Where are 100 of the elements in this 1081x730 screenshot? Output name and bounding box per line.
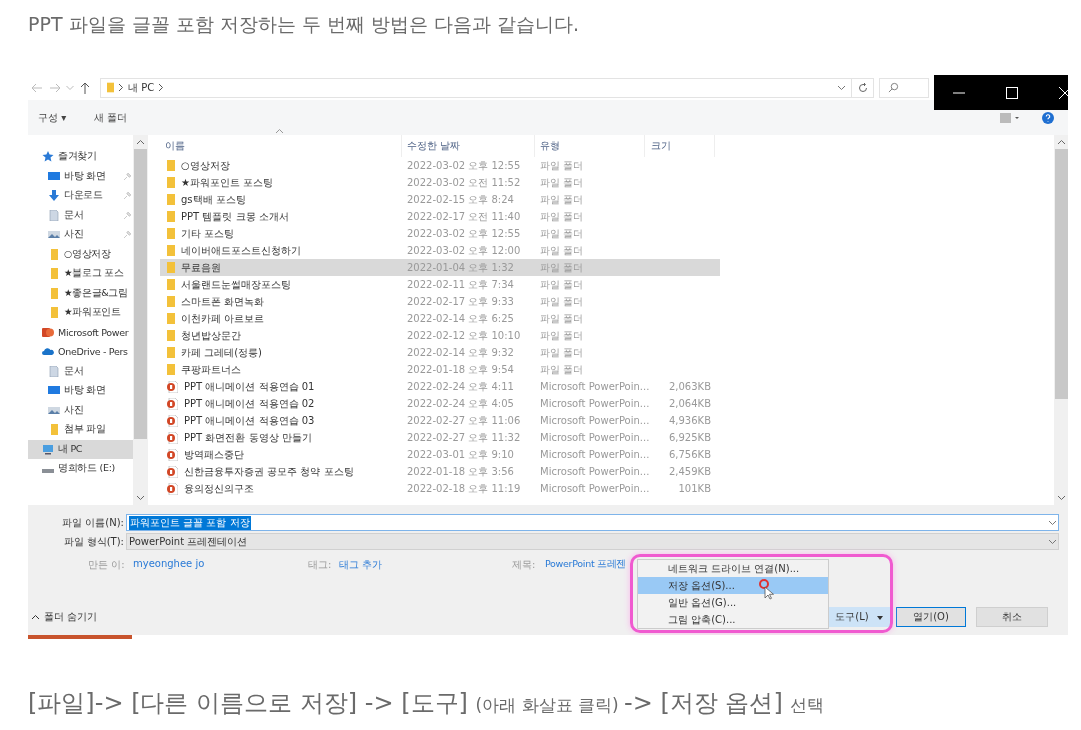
pc-icon xyxy=(42,443,54,455)
new-folder-button[interactable]: 새 폴더 xyxy=(94,110,128,125)
file-row[interactable]: 쿠팡파트너스 2022-01-18 오후 9:54 파일 폴더 xyxy=(160,361,720,378)
file-row[interactable]: PPT 애니메이션 적용연습 02 2022-02-24 오후 4:05 Microsoft PowerPoin... 2,064KB xyxy=(160,395,720,412)
sidebar-item[interactable]: 바탕 화면 xyxy=(28,166,133,186)
sidebar-item[interactable]: ★좋은글&그림 xyxy=(28,283,133,303)
column-header[interactable]: 유형 xyxy=(535,135,645,157)
file-row[interactable]: 스마트폰 화면녹화 2022-02-17 오후 9:33 파일 폴더 xyxy=(160,293,720,310)
address-bar[interactable]: 내 PC xyxy=(100,77,852,98)
file-row[interactable]: ○영상저장 2022-03-02 오후 12:55 파일 폴더 xyxy=(160,157,720,174)
presentation-file-icon xyxy=(167,465,178,478)
column-header[interactable]: 이름 xyxy=(160,135,402,157)
presentation-file-icon xyxy=(167,448,178,461)
file-row[interactable]: gs택배 포스팅 2022-02-15 오후 8:24 파일 폴더 xyxy=(160,191,720,208)
folder-icon xyxy=(167,279,175,290)
file-row[interactable]: PPT 화면전환 동영상 만들기 2022-02-27 오후 11:32 Microsoft PowerPoin... 6,925KB xyxy=(160,429,720,446)
scrollbar[interactable] xyxy=(1054,135,1068,505)
desktop-icon xyxy=(48,385,60,397)
sidebar-item[interactable]: 바탕 화면 xyxy=(28,381,133,401)
file-name-field[interactable]: 파워포인트 글꼴 포함 저장 xyxy=(126,514,1059,531)
sidebar-item[interactable]: OneDrive - Pers xyxy=(28,342,133,362)
caption-text: [파일]-> [다른 이름으로 저장] -> [도구] (아래 화살표 클릭) -> [저장 옵션] 선택 xyxy=(28,688,826,719)
sidebar-item[interactable]: Microsoft Power xyxy=(28,322,133,342)
refresh-button[interactable] xyxy=(852,77,874,98)
caret-icon xyxy=(876,616,883,620)
file-row[interactable]: PPT 템플릿 크몽 소개서 2022-02-17 오전 11:40 파일 폴더 xyxy=(160,208,720,225)
caret-icon[interactable] xyxy=(1049,520,1056,525)
presentation-file-icon xyxy=(167,380,178,393)
app-icon xyxy=(42,326,54,338)
image-icon xyxy=(48,404,60,416)
sidebar-item[interactable]: 사진 xyxy=(28,225,133,245)
cancel-button[interactable]: 취소 xyxy=(976,607,1048,627)
file-row[interactable]: 융의정신의구조 2022-02-18 오후 11:19 Microsoft PowerPoin... 101KB xyxy=(160,480,720,497)
file-row[interactable]: PPT 애니메이션 적용연습 03 2022-02-27 오후 11:06 Microsoft PowerPoin... 4,936KB xyxy=(160,412,720,429)
meta-label: 만든 이: xyxy=(88,558,125,572)
maximize-icon[interactable] xyxy=(1005,85,1019,100)
file-type-dropdown[interactable]: PowerPoint 프레젠테이션 xyxy=(126,533,1059,550)
file-row[interactable]: PPT 애니메이션 적용연습 01 2022-02-24 오후 4:11 Microsoft PowerPoin... 2,063KB xyxy=(160,378,720,395)
chevron-icon xyxy=(119,84,123,91)
folder-icon xyxy=(167,194,175,205)
sidebar-item[interactable]: 문서 xyxy=(28,361,133,381)
folder-icon xyxy=(167,262,175,273)
sidebar-item[interactable]: 첨부 파일 xyxy=(28,420,133,440)
sidebar-item[interactable]: 명희하드 (E:) xyxy=(28,459,133,479)
scrollbar[interactable] xyxy=(133,135,148,505)
menu-item[interactable]: 일반 옵션(G)... xyxy=(638,594,828,611)
folder-icon xyxy=(167,245,175,256)
open-button[interactable]: 열기(O) xyxy=(896,607,966,627)
caret-icon[interactable] xyxy=(838,85,845,90)
path-crumb[interactable]: 내 PC xyxy=(128,80,155,95)
desktop-icon xyxy=(48,170,60,182)
folder-icon xyxy=(167,211,175,222)
sidebar-item[interactable]: 즐겨찾기 xyxy=(28,147,133,167)
folder-icon xyxy=(167,160,175,171)
file-row[interactable]: 기타 포스팅 2022-03-02 오후 12:55 파일 폴더 xyxy=(160,225,720,242)
close-icon[interactable] xyxy=(1058,85,1068,100)
view-options-icon[interactable] xyxy=(1000,112,1020,123)
menu-item[interactable]: 저장 옵션(S)... xyxy=(638,577,828,594)
folder-icon xyxy=(48,307,60,319)
sidebar-item[interactable]: 다운로드 xyxy=(28,186,133,206)
refresh-icon xyxy=(857,82,868,93)
field-label: 파일 형식(T): xyxy=(62,534,125,549)
menu-item[interactable]: 그림 압축(C)... xyxy=(638,611,828,628)
sidebar-item[interactable]: ★파워포인트 xyxy=(28,303,133,323)
help-icon[interactable] xyxy=(1042,111,1054,124)
hide-folders-toggle[interactable]: 폴더 숨기기 xyxy=(32,610,98,624)
meta-value[interactable]: myeonghee jo xyxy=(133,558,205,569)
file-row[interactable]: 청년밥상문간 2022-02-12 오후 10:10 파일 폴더 xyxy=(160,327,720,344)
folder-icon xyxy=(48,268,60,280)
meta-label: 제목: xyxy=(512,558,536,572)
file-row[interactable]: 이천카페 아르보르 2022-02-14 오후 6:25 파일 폴더 xyxy=(160,310,720,327)
file-row[interactable]: 방역패스중단 2022-03-01 오후 9:10 Microsoft PowerPoin... 6,756KB xyxy=(160,446,720,463)
folder-icon xyxy=(167,228,175,239)
sidebar-item[interactable]: 문서 xyxy=(28,205,133,225)
file-row[interactable]: 카페 그레테(정릉) 2022-02-14 오후 9:32 파일 폴더 xyxy=(160,344,720,361)
meta-label: 태그: xyxy=(308,558,332,572)
sidebar-item[interactable]: 내 PC xyxy=(28,439,133,459)
caret-icon xyxy=(32,615,39,619)
folder-icon xyxy=(167,330,175,341)
file-row[interactable]: 신한금융투자증권 공모주 청약 포스팅 2022-01-18 오후 3:56 Microsoft PowerPoin... 2,459KB xyxy=(160,463,720,480)
sidebar-item[interactable]: 사진 xyxy=(28,400,133,420)
menu-item[interactable]: 네트워크 드라이브 연결(N)... xyxy=(638,560,828,577)
download-icon xyxy=(48,190,60,202)
file-row[interactable]: 서울랜드눈썰매장포스팅 2022-02-11 오후 7:34 파일 폴더 xyxy=(160,276,720,293)
chevron-icon[interactable] xyxy=(159,84,164,91)
sidebar-item[interactable]: ○영상저장 xyxy=(28,244,133,264)
sidebar-item[interactable]: ★블로그 포스 xyxy=(28,264,133,284)
folder-icon xyxy=(48,287,60,299)
column-header[interactable]: 크기 xyxy=(645,135,715,157)
meta-value[interactable]: 태그 추가 xyxy=(339,558,383,572)
column-header[interactable]: 수정한 날짜 xyxy=(402,135,535,157)
tools-button[interactable]: 도구(L) xyxy=(828,607,890,627)
search-field[interactable] xyxy=(879,77,929,98)
organize-menu[interactable]: 구성 ▾ xyxy=(38,110,67,125)
folder-icon xyxy=(167,347,175,358)
file-row[interactable]: ★파워포인트 포스팅 2022-03-02 오전 11:52 파일 폴더 xyxy=(160,174,720,191)
file-row[interactable]: 네이버애드포스트신청하기 2022-03-02 오후 12:00 파일 폴더 xyxy=(160,242,720,259)
meta-value[interactable]: PowerPoint 프레젠 xyxy=(545,558,627,571)
folder-icon xyxy=(48,248,60,260)
sort-caret-icon xyxy=(276,129,283,133)
